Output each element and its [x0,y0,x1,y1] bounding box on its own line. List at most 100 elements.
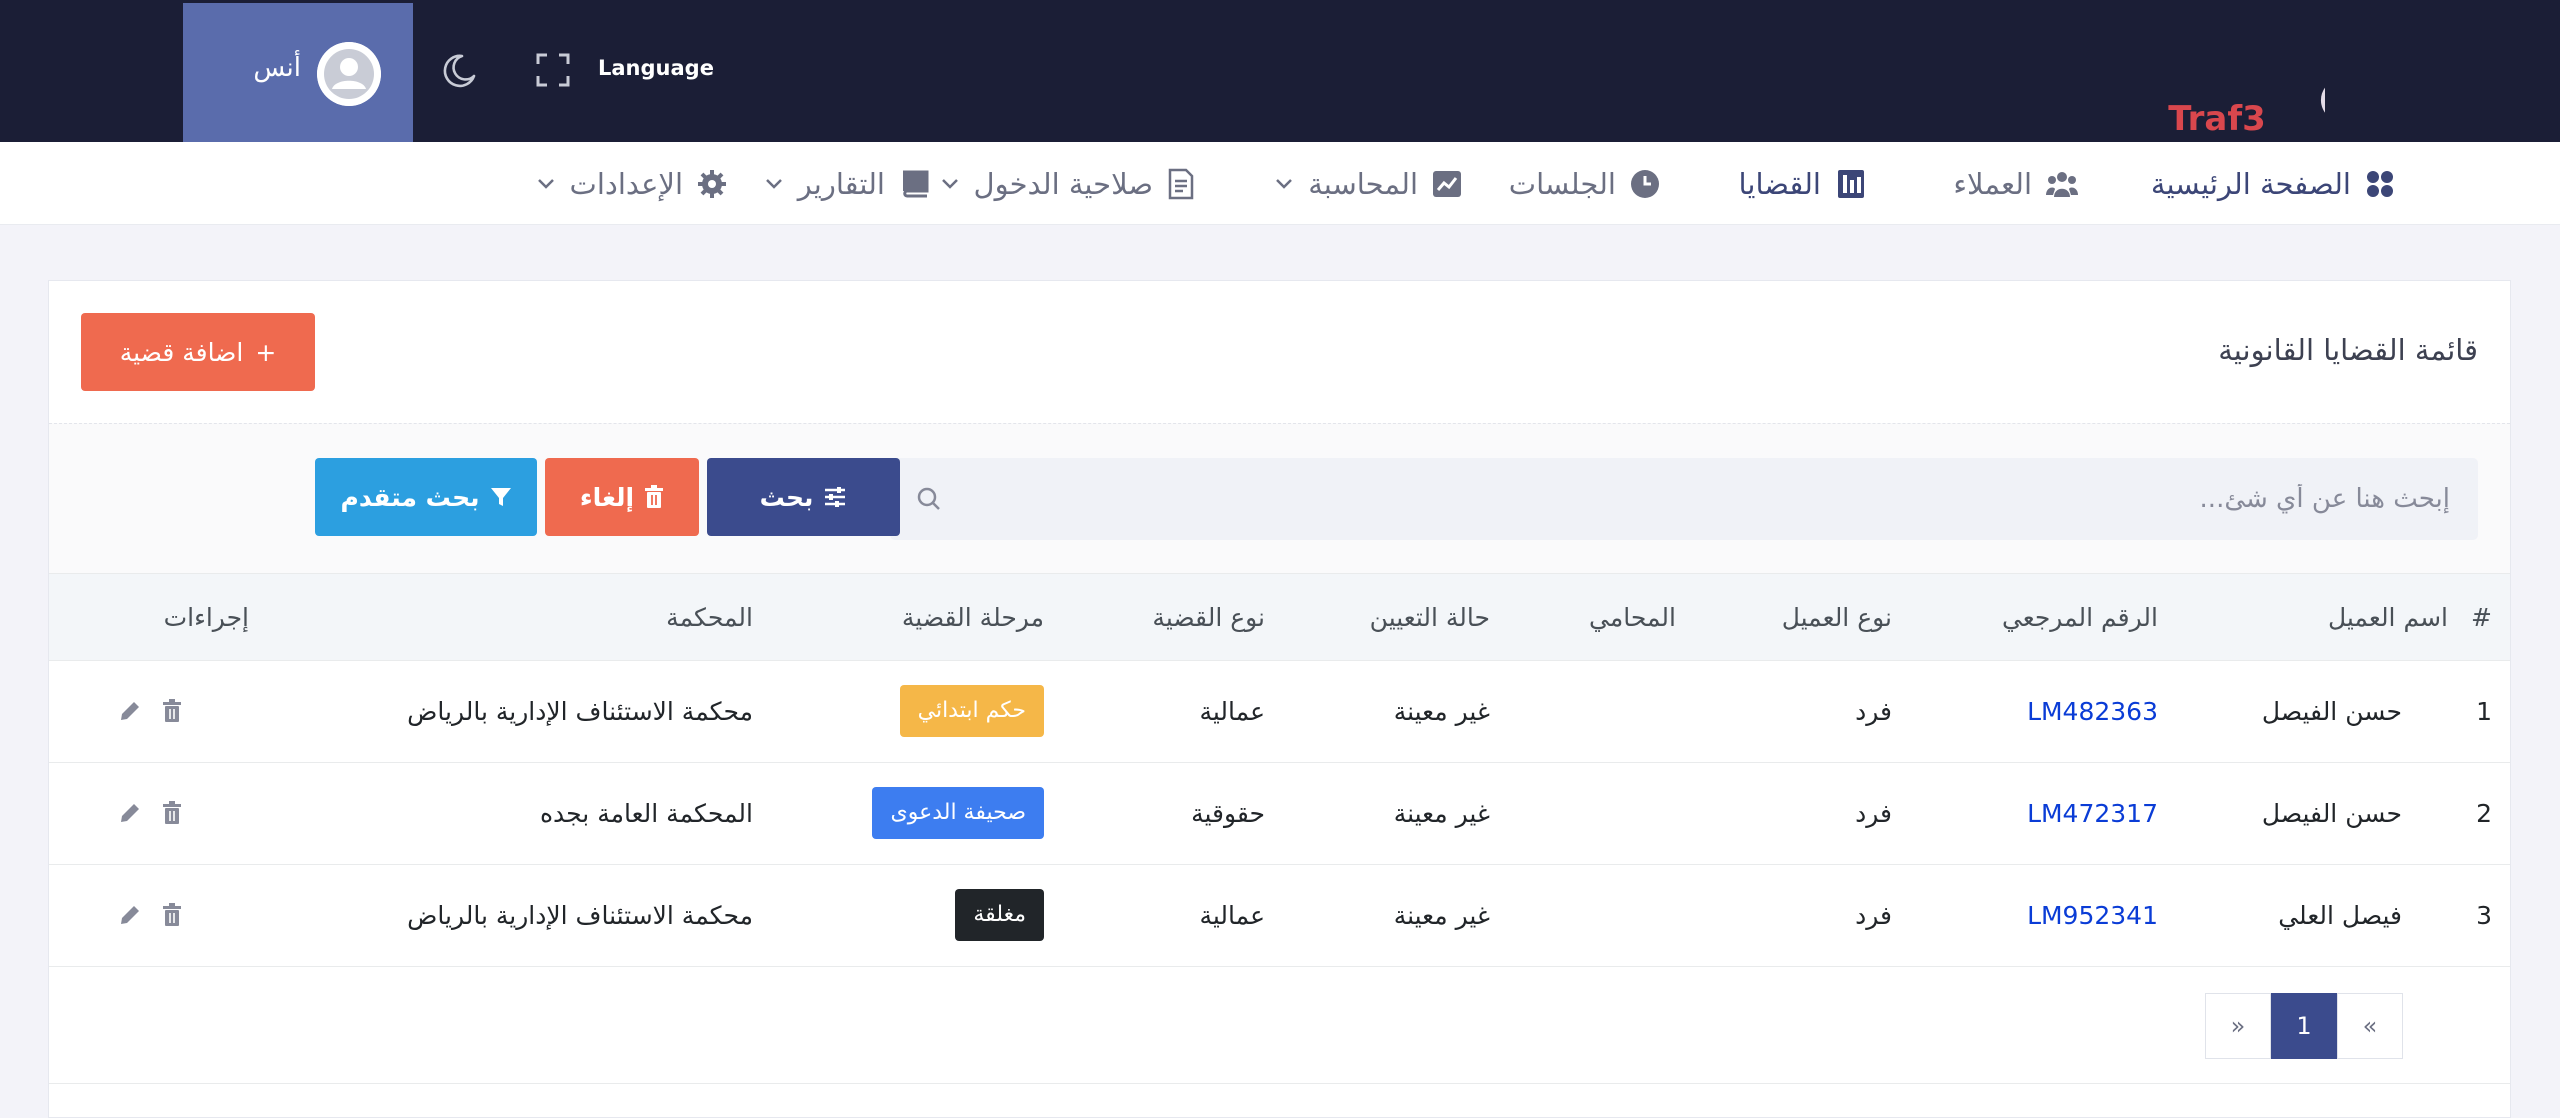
users-icon [2046,171,2078,197]
row-client-type: فرد [1855,697,1892,726]
traf3-logo[interactable]: ترافع Traf3 [2065,18,2325,136]
advanced-search-label: بحث متقدم [340,482,480,512]
row-court: محكمة الاستئناف الإدارية بالرياض [407,697,753,726]
col-assign-status: حالة التعيين [1369,603,1490,632]
search-box [890,458,2478,540]
svg-text:Traf3: Traf3 [2168,99,2266,136]
delete-icon[interactable] [159,800,185,826]
cases-card: قائمة القضايا القانونية + اضافة قضية بحث [48,280,2511,1118]
row-index: 3 [2476,901,2492,930]
row-index: 1 [2476,697,2492,726]
row-ref-link[interactable]: LM482363 [2027,661,2158,763]
trash-icon [645,485,664,508]
user-avatar-icon [317,42,381,106]
col-stage: مرحلة القضية [901,603,1044,632]
table-row: 1 حسن الفيصل LM482363 فرد غير معينة عمال… [49,661,2510,763]
add-case-button[interactable]: + اضافة قضية [81,313,315,391]
nav-item-home[interactable]: الصفحة الرئيسية [2151,142,2395,225]
nav-label-cases: القضايا [1738,166,1821,201]
row-case-type: عمالية [1199,901,1265,930]
search-button-label: بحث [759,482,814,512]
grid-icon [2367,170,2393,197]
user-name: أنس [253,53,301,83]
nav-item-accounting[interactable]: المحاسبة [1274,142,1462,225]
search-icon [917,487,940,510]
stage-badge: صحيفة الدعوى [872,787,1044,839]
pagination: » 1 « [2205,993,2403,1059]
edit-icon[interactable] [117,902,143,928]
row-assign-status: غير معينة [1393,697,1490,726]
table-row: 2 حسن الفيصل LM472317 فرد غير معينة حقوق… [49,763,2510,865]
row-ref-link[interactable]: LM952341 [2027,865,2158,967]
row-ref-link[interactable]: LM472317 [2027,763,2158,865]
language-switcher[interactable]: Language [598,56,714,80]
col-case-type: نوع القضية [1152,603,1265,632]
col-court: المحكمة [666,603,753,632]
nav-item-settings[interactable]: الإعدادات [536,142,727,225]
row-index: 2 [2476,799,2492,828]
add-case-label: اضافة قضية [119,337,244,367]
filter-icon [490,488,511,506]
col-lawyer: المحامي [1589,603,1676,632]
main-nav: الصفحة الرئيسية العملاء القضايا الجلسات … [0,142,2560,225]
row-client-type: فرد [1855,901,1892,930]
row-case-type: حقوقية [1191,799,1265,828]
row-assign-status: غير معينة [1393,901,1490,930]
cancel-button-label: إلغاء [579,482,635,512]
row-court: المحكمة العامة بجده [539,799,753,828]
edit-icon[interactable] [117,800,143,826]
chevron-down-icon [941,178,958,189]
row-case-type: عمالية [1199,697,1265,726]
user-menu[interactable]: أنس [183,3,413,142]
pagination-next[interactable]: » [2205,993,2271,1059]
nav-label-clients: العملاء [1953,166,2032,201]
search-input[interactable] [950,458,2450,540]
nav-item-reports[interactable]: التقارير [764,142,931,225]
edit-icon[interactable] [117,698,143,724]
col-ref: الرقم المرجعي [2001,603,2158,632]
nav-label-settings: الإعدادات [569,166,683,201]
col-client-name: اسم العميل [2327,603,2448,632]
row-client-type: فرد [1855,799,1892,828]
book-icon [903,170,929,197]
dark-mode-icon[interactable] [440,50,480,90]
row-client-name: فيصل العلي [2278,901,2402,930]
nav-label-accounting: المحاسبة [1308,166,1418,201]
delete-icon[interactable] [159,902,185,928]
col-actions: إجراءات [163,603,249,632]
nav-item-access[interactable]: صلاحية الدخول [940,142,1195,225]
stage-badge: مغلقة [955,889,1044,941]
search-toolbar: بحث إلغاء بحث متقدم [49,423,2510,573]
nav-item-sessions[interactable]: الجلسات [1509,142,1660,225]
table-row: 3 فيصل العلي LM952341 فرد غير معينة عمال… [49,865,2510,967]
nav-item-clients[interactable]: العملاء [1953,142,2078,225]
cases-icon [1838,169,1864,198]
advanced-search-button[interactable]: بحث متقدم [315,458,537,536]
nav-label-home: الصفحة الرئيسية [2150,166,2351,201]
gear-icon [698,169,726,198]
plus-icon: + [255,337,277,367]
pagination-page-1[interactable]: 1 [2271,993,2337,1059]
card-footer-divider [49,1083,2510,1084]
clock-icon [1631,169,1659,198]
row-client-name: حسن الفيصل [2261,799,2402,828]
search-button[interactable]: بحث [707,458,900,536]
col-index: # [2471,603,2492,632]
cancel-button[interactable]: إلغاء [545,458,699,536]
delete-icon[interactable] [159,698,185,724]
nav-item-cases[interactable]: القضايا [1739,142,1867,225]
avatar[interactable] [317,42,381,106]
row-assign-status: غير معينة [1393,799,1490,828]
fullscreen-icon[interactable] [535,52,571,88]
pagination-prev[interactable]: « [2337,993,2403,1059]
nav-label-access: صلاحية الدخول [973,166,1153,201]
chevron-down-icon [765,178,782,189]
nav-label-reports: التقارير [797,166,885,201]
table-header: # اسم العميل الرقم المرجعي نوع العميل ال… [49,573,2510,661]
col-client-type: نوع العميل [1781,603,1892,632]
svg-text:ترافع: ترافع [2315,18,2325,125]
row-court: محكمة الاستئناف الإدارية بالرياض [407,901,753,930]
stage-badge: حكم ابتدائي [899,685,1044,737]
top-header: أنس Language ترافع Traf3 [0,0,2560,142]
document-icon [1168,168,1194,199]
